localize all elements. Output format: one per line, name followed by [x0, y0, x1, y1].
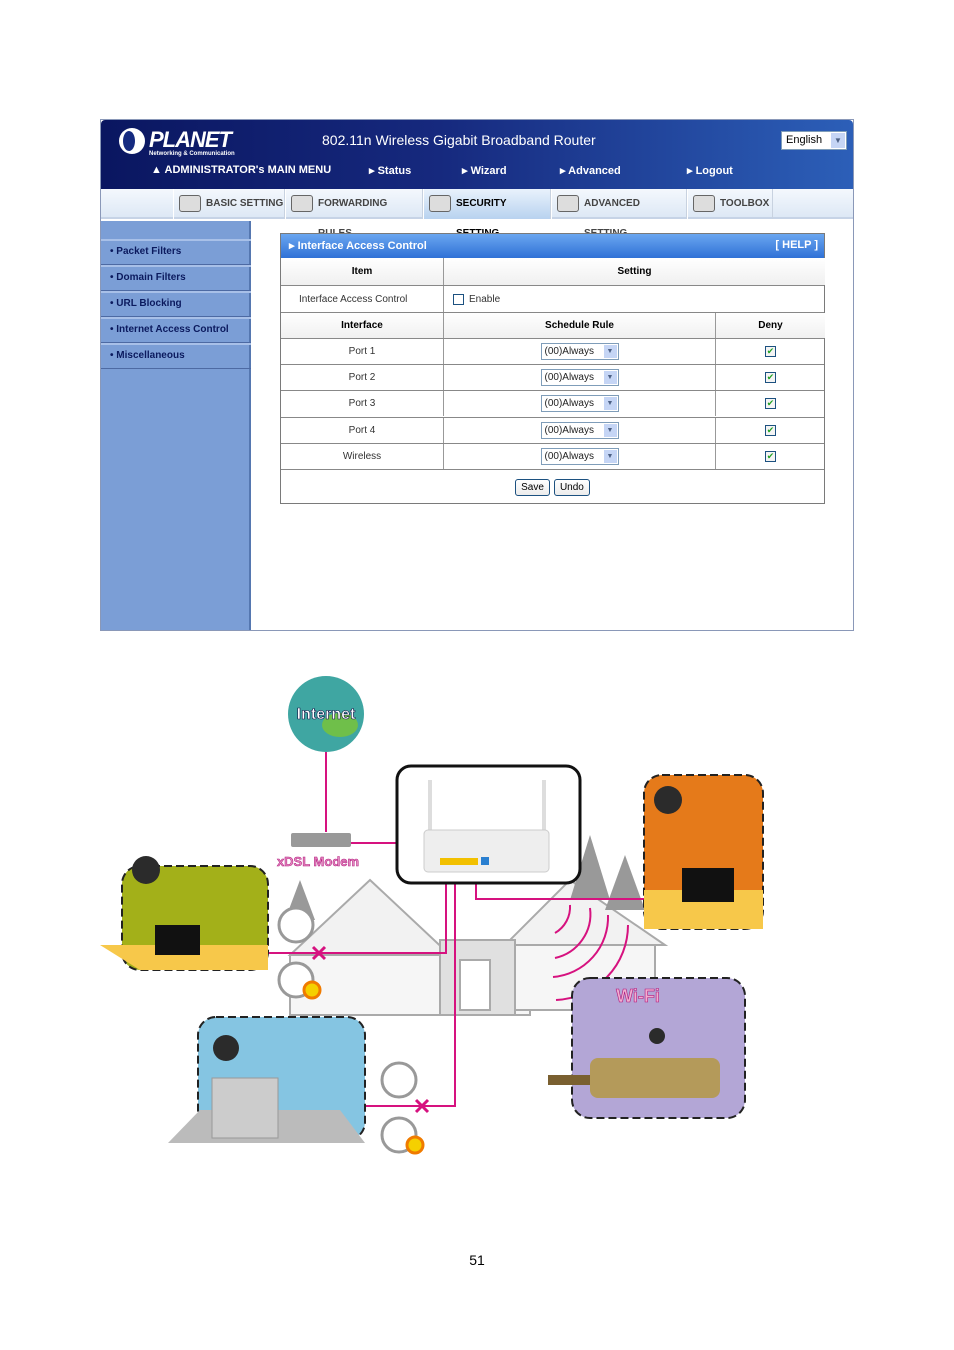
- svg-text:Internet: Internet: [297, 706, 356, 723]
- network-diagram: Internet xDSL Modem Wi-Fi: [100, 676, 764, 1155]
- router-device: [395, 764, 582, 885]
- internet-globe: Internet: [288, 676, 364, 752]
- user-left-laptop: [100, 856, 269, 971]
- user-bottom-desktop: [168, 1016, 366, 1143]
- user-wifi-sofa: Wi-Fi: [548, 977, 746, 1119]
- svg-text:Wi-Fi: Wi-Fi: [616, 986, 660, 1006]
- xdsl-modem: xDSL Modem: [277, 833, 359, 869]
- page-number: 51: [469, 1252, 485, 1268]
- user-right-laptop: [643, 774, 764, 930]
- svg-text:xDSL Modem: xDSL Modem: [277, 854, 359, 869]
